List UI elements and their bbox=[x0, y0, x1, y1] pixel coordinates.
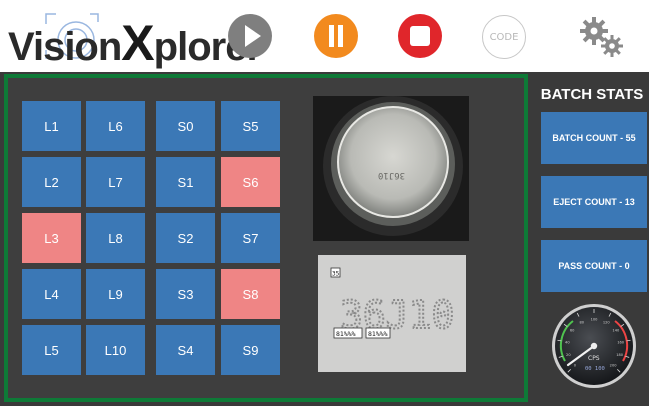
station-tile-s6[interactable]: S6 bbox=[221, 157, 280, 207]
lane-tile-l4[interactable]: L4 bbox=[22, 269, 81, 319]
lane-tile-l7[interactable]: L7 bbox=[86, 157, 145, 207]
lane-tile-l1[interactable]: L1 bbox=[22, 101, 81, 151]
gauge-unit-label: CPS bbox=[588, 355, 600, 362]
batch-stats-title: BATCH STATS bbox=[540, 86, 644, 103]
code-button-label: CODE bbox=[489, 31, 519, 43]
station-tile-s1[interactable]: S1 bbox=[156, 157, 215, 207]
lane-tile-l5[interactable]: L5 bbox=[22, 325, 81, 375]
cps-gauge: 020406080100120140160180200 CPS 00 100 bbox=[552, 304, 636, 388]
pass-count-button[interactable]: PASS COUNT - 0 bbox=[541, 240, 647, 292]
gauge-tick-label: 100 bbox=[591, 318, 599, 322]
gauge-tick-label: 180 bbox=[616, 353, 624, 357]
roi-tag-label: 35 bbox=[332, 271, 340, 278]
gauge-tick-label: 60 bbox=[570, 329, 575, 333]
pause-icon bbox=[329, 25, 343, 47]
score-left-label: 81%%% bbox=[336, 330, 356, 338]
station-tile-s2[interactable]: S2 bbox=[156, 213, 215, 263]
pause-button[interactable] bbox=[314, 14, 358, 58]
lane-tile-l3[interactable]: L3 bbox=[22, 213, 81, 263]
lane-tile-l10[interactable]: L10 bbox=[86, 325, 145, 375]
station-tile-s4[interactable]: S4 bbox=[156, 325, 215, 375]
code-button[interactable]: CODE bbox=[482, 15, 526, 59]
stop-button[interactable] bbox=[398, 14, 442, 58]
gauge-tick-label: 160 bbox=[617, 340, 625, 344]
play-button[interactable] bbox=[228, 14, 272, 58]
play-icon bbox=[245, 25, 261, 47]
station-tile-s5[interactable]: S5 bbox=[221, 101, 280, 151]
gauge-hub bbox=[590, 342, 598, 350]
eject-count-button[interactable]: EJECT COUNT - 13 bbox=[541, 176, 647, 228]
station-tile-s8[interactable]: S8 bbox=[221, 269, 280, 319]
gauge-tick-label: 20 bbox=[566, 353, 571, 357]
station-tile-s3[interactable]: S3 bbox=[156, 269, 215, 319]
score-right-label: 81%%% bbox=[368, 330, 388, 338]
camera-feed-image: 36J10 bbox=[313, 96, 469, 241]
gauge-tick-label: 140 bbox=[612, 329, 620, 333]
lane-tile-l2[interactable]: L2 bbox=[22, 157, 81, 207]
stop-icon bbox=[410, 26, 430, 46]
lane-tile-l9[interactable]: L9 bbox=[86, 269, 145, 319]
lane-tile-l6[interactable]: L6 bbox=[86, 101, 145, 151]
settings-gears-icon[interactable] bbox=[578, 14, 626, 60]
gauge-tick-label: 40 bbox=[565, 340, 570, 344]
station-tile-s9[interactable]: S9 bbox=[221, 325, 280, 375]
logo-wordmark: VisionXplorer bbox=[8, 15, 262, 71]
gauge-tick-label: 80 bbox=[579, 320, 584, 324]
inspection-crop-image: 35 36J10 81%%% 81%%% bbox=[318, 255, 466, 372]
station-tile-s0[interactable]: S0 bbox=[156, 101, 215, 151]
batch-count-button[interactable]: BATCH COUNT - 55 bbox=[541, 112, 647, 164]
svg-text:36J10: 36J10 bbox=[378, 170, 405, 180]
header-bar: VisionXplorer CODE bbox=[0, 0, 649, 72]
gauge-tick-label: 200 bbox=[610, 364, 618, 368]
station-tile-s7[interactable]: S7 bbox=[221, 213, 280, 263]
gauge-readout: 00 100 bbox=[585, 366, 605, 372]
lane-tile-l8[interactable]: L8 bbox=[86, 213, 145, 263]
gauge-tick-label: 120 bbox=[603, 320, 611, 324]
app-logo: VisionXplorer bbox=[8, 8, 262, 71]
